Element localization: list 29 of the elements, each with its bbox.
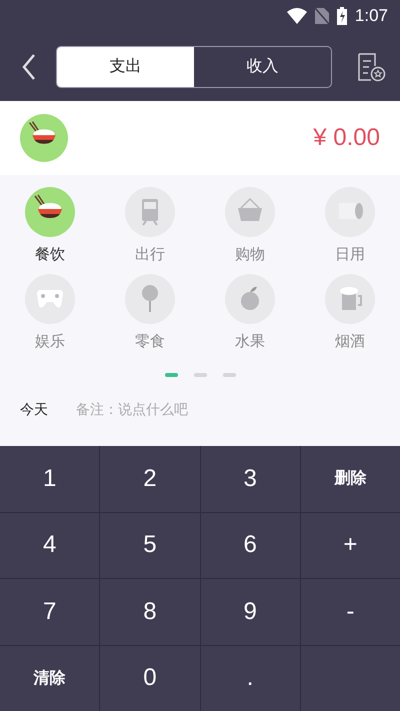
keypad-key[interactable]: - xyxy=(300,579,400,644)
keypad-key[interactable]: 清除 xyxy=(0,646,100,711)
keypad-key[interactable]: . xyxy=(200,646,300,711)
back-icon[interactable] xyxy=(22,54,36,80)
amount-display: ¥ 0.00 xyxy=(313,124,380,152)
category-label[interactable]: 餐饮 xyxy=(35,245,65,264)
battery-icon xyxy=(336,7,347,25)
wifi-icon xyxy=(286,8,307,24)
keypad-key[interactable]: 2 xyxy=(100,446,200,512)
keypad-key[interactable]: 7 xyxy=(0,579,100,644)
keypad-key[interactable]: 9 xyxy=(200,579,300,644)
status-time: 1:07 xyxy=(354,6,388,26)
keypad-key[interactable]: 删除 xyxy=(300,446,400,512)
document-star-icon[interactable] xyxy=(356,52,386,82)
rice-bowl-icon xyxy=(20,114,68,162)
category-icon[interactable] xyxy=(25,187,75,237)
keypad-key[interactable]: 0 xyxy=(100,646,200,711)
keypad-key[interactable]: 1 xyxy=(0,446,100,512)
date-label[interactable]: 今天 xyxy=(20,401,48,419)
tab[interactable]: 收入 xyxy=(194,46,331,86)
keypad-key[interactable]: 6 xyxy=(200,512,300,578)
keypad-key[interactable]: 3 xyxy=(200,446,300,512)
no-sim-icon xyxy=(314,8,329,24)
tab[interactable]: 支出 xyxy=(57,46,194,86)
keypad-key[interactable]: 5 xyxy=(100,512,200,578)
keypad-key[interactable]: 8 xyxy=(100,579,200,644)
keypad-key[interactable]: + xyxy=(300,512,400,578)
note-field[interactable]: 备注：说点什么吧 xyxy=(76,402,336,418)
keypad-key[interactable]: 4 xyxy=(0,512,100,578)
